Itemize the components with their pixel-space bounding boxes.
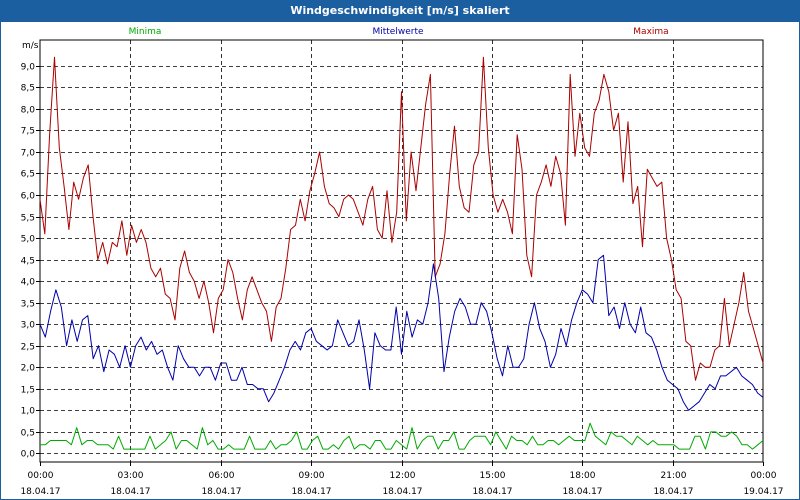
x-tick-date-label: 18.04.17 [291, 487, 331, 497]
y-tick-label: 7,5 [21, 127, 35, 137]
x-tick-date-label: 18.04.17 [201, 487, 241, 497]
y-tick-label: 0,0 [21, 450, 36, 460]
x-tick-date-label: 18.04.17 [110, 487, 150, 497]
y-tick-label: 5,5 [21, 214, 35, 224]
maxima-line [39, 56, 764, 381]
y-tick-label: 5,0 [21, 235, 36, 245]
y-tick-label: 0,5 [21, 429, 35, 439]
x-tick-time-label: 21:00 [661, 471, 687, 481]
minima-line [40, 422, 764, 450]
x-tick-date-label: 18.04.17 [562, 487, 602, 497]
y-tick-label: 6,5 [21, 170, 35, 180]
y-tick-label: 1,0 [21, 407, 36, 417]
y-tick-label: 4,0 [21, 278, 36, 288]
legend-mittelwerte: Mittelwerte [372, 27, 423, 37]
y-tick-label: 8,5 [21, 84, 35, 94]
x-tick-time-label: 06:00 [209, 471, 235, 481]
x-tick-date-label: 18.04.17 [472, 487, 512, 497]
y-axis-label: m/s [22, 41, 39, 51]
y-tick-label: 1,5 [21, 386, 35, 396]
x-tick-date-label: 18.04.17 [20, 487, 60, 497]
x-axis: 00:00 18.04.17 03:00 18.04.17 06:00 18.04.17 0… [20, 462, 784, 497]
legend-minima: Minima [129, 27, 162, 37]
y-tick-label: 8,0 [21, 106, 36, 116]
x-tick-time-label: 03:00 [118, 471, 144, 481]
y-tick-label: 2,5 [21, 343, 35, 353]
x-tick-time-label: 09:00 [299, 471, 325, 481]
wind-speed-chart: 0,0 0,5 1,0 1,5 2,0 2,5 3,0 3,5 4,0 4,5 5,0 5,5 6,0 6… [20, 27, 784, 497]
y-tick-label: 7,0 [21, 149, 36, 159]
x-tick-time-label: 18:00 [570, 471, 596, 481]
y-tick-label: 3,0 [21, 321, 36, 331]
series-lines [39, 56, 764, 450]
y-axis: 0,0 0,5 1,0 1,5 2,0 2,5 3,0 3,5 4,0 4,5 5,0 5,5 6,0 6… [21, 63, 40, 460]
y-tick-label: 9,0 [21, 63, 36, 73]
x-tick-time-label: 00:00 [28, 471, 54, 481]
y-tick-label: 6,0 [21, 192, 36, 202]
legend: Maxima Mittelwerte Minima [129, 27, 669, 37]
x-tick-date-label: 18.04.17 [382, 487, 422, 497]
legend-maxima: Maxima [633, 27, 668, 37]
y-tick-label: 2,0 [21, 364, 36, 374]
x-tick-date-label: 18.04.17 [653, 487, 693, 497]
x-tick-time-label: 15:00 [480, 471, 506, 481]
x-tick-time-label: 12:00 [390, 471, 416, 481]
x-tick-date-label: 19.04.17 [743, 487, 783, 497]
y-tick-label: 3,5 [21, 300, 35, 310]
x-tick-time-label: 00:00 [751, 471, 777, 481]
mittelwerte-line [39, 254, 764, 411]
y-tick-label: 4,5 [21, 257, 35, 267]
